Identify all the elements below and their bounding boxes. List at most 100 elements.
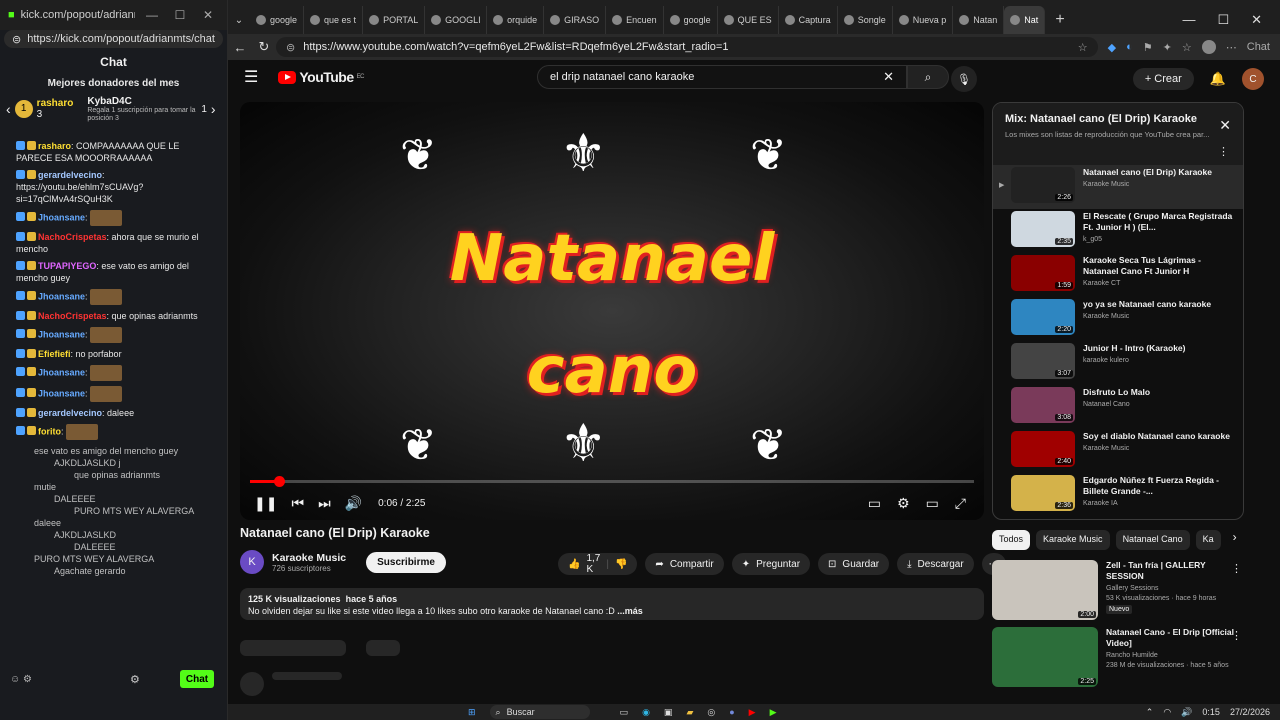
extension-icon[interactable]: ◐ bbox=[1126, 41, 1133, 53]
mix-thumbnail[interactable]: 2:20 bbox=[1011, 299, 1075, 335]
chat-username[interactable]: rasharo bbox=[38, 141, 71, 151]
theater-mode-icon[interactable]: ▭ bbox=[926, 495, 939, 512]
video-player[interactable]: ❦ ⚜ ❦ Natanael cano ❦ ⚜ ❦ ❚❚ ⏮ ⏭ 🔊 0:06 … bbox=[240, 102, 984, 520]
clear-search-icon[interactable]: ✕ bbox=[883, 69, 894, 85]
share-button[interactable]: ➦ Compartir bbox=[645, 553, 724, 575]
previous-icon[interactable]: ⏮ bbox=[291, 495, 304, 512]
browser-tab[interactable]: PORTAL bbox=[363, 6, 426, 34]
bookmark-star-icon[interactable]: ☆ bbox=[1078, 41, 1088, 54]
chat-username[interactable]: Jhoansane bbox=[38, 329, 85, 339]
chat-username[interactable]: Jhoansane bbox=[38, 388, 85, 398]
browser-tab[interactable]: GIRASO bbox=[544, 6, 607, 34]
volume-icon[interactable]: 🔊 bbox=[345, 495, 362, 512]
mix-thumbnail[interactable]: 3:07 bbox=[1011, 343, 1075, 379]
mix-thumbnail[interactable]: 3:08 bbox=[1011, 387, 1075, 423]
url-field[interactable]: ⊜ https://www.youtube.com/watch?v=qefm6y… bbox=[276, 37, 1098, 57]
voice-search-icon[interactable]: 🎙 bbox=[950, 66, 977, 92]
windows-start-icon[interactable]: ⊞ bbox=[468, 707, 476, 718]
settings-icon[interactable]: ⚙ bbox=[130, 673, 140, 686]
mix-item[interactable]: 3:07 Junior H - Intro (Karaoke) karaoke ku… bbox=[993, 341, 1243, 385]
settings-gear-icon[interactable]: ⚙ bbox=[897, 495, 910, 512]
mix-item[interactable]: 2:35 El Rescate ( Grupo Marca Registrada … bbox=[993, 209, 1243, 253]
prev-arrow-icon[interactable]: ‹ bbox=[6, 101, 11, 117]
hamburger-menu-icon[interactable]: ☰ bbox=[244, 67, 258, 87]
tray-chevron-icon[interactable]: ⌃ bbox=[1146, 707, 1154, 718]
search-button[interactable]: ⌕ bbox=[907, 65, 949, 89]
maximize-icon[interactable]: ☐ bbox=[1217, 12, 1229, 28]
chat-username[interactable]: forito bbox=[38, 426, 61, 436]
next-arrow-icon[interactable]: › bbox=[211, 101, 216, 117]
chip-all[interactable]: Todos bbox=[992, 530, 1031, 550]
back-icon[interactable]: ← bbox=[228, 40, 252, 55]
youtube-app-icon[interactable]: ▶ bbox=[749, 707, 756, 718]
site-info-icon[interactable]: ⊜ bbox=[286, 41, 295, 54]
chevron-right-icon[interactable]: › bbox=[1233, 530, 1237, 550]
send-chat-button[interactable]: Chat bbox=[180, 670, 214, 688]
chrome-icon[interactable]: ◎ bbox=[707, 707, 715, 718]
chat-username[interactable]: Jhoansane bbox=[38, 367, 85, 377]
account-avatar[interactable]: C bbox=[1242, 68, 1264, 90]
mix-item[interactable]: ▶ 2:26 Natanael cano (El Drip) Karaoke Kara… bbox=[993, 165, 1243, 209]
reload-icon[interactable]: ↻ bbox=[252, 39, 276, 55]
more-menu-icon[interactable]: ⋯ bbox=[1226, 41, 1237, 54]
mix-thumbnail[interactable]: 2:35 bbox=[1011, 211, 1075, 247]
chat-username[interactable]: Jhoansane bbox=[38, 291, 85, 301]
mix-item[interactable]: 2:20 yo ya se Natanael cano karaoke Karaok… bbox=[993, 297, 1243, 341]
next-icon[interactable]: ⏭ bbox=[318, 495, 331, 512]
create-button[interactable]: + Crear bbox=[1132, 68, 1194, 90]
mix-thumbnail[interactable]: 2:40 bbox=[1011, 431, 1075, 467]
browser-tab[interactable]: que es t bbox=[304, 6, 364, 34]
browser-tab[interactable]: google bbox=[250, 6, 305, 34]
close-icon[interactable]: ✕ bbox=[1251, 12, 1262, 28]
pause-icon[interactable]: ❚❚ bbox=[254, 495, 277, 512]
extensions-puzzle-icon[interactable]: ✦ bbox=[1163, 41, 1172, 54]
mix-item[interactable]: Junior H - MIENTRAS bbox=[993, 517, 1243, 519]
more-vert-icon[interactable]: ⋮ bbox=[1218, 145, 1229, 158]
browser-tab[interactable]: Nat bbox=[1004, 6, 1046, 34]
browser-tab[interactable]: Songle bbox=[838, 6, 893, 34]
browser-tab[interactable]: QUE ES bbox=[718, 6, 779, 34]
minimize-icon[interactable]: — bbox=[141, 8, 163, 22]
kick-app-icon[interactable]: ▶ bbox=[770, 707, 777, 718]
chat-username[interactable]: NachoCrispetas bbox=[38, 232, 107, 242]
search-input[interactable]: el drip natanael cano karaoke ✕ bbox=[537, 65, 907, 89]
mix-item[interactable]: 1:59 Karaoke Seca Tus Lágrimas - Natanael… bbox=[993, 253, 1243, 297]
more-vert-icon[interactable]: ⋮ bbox=[1231, 562, 1242, 575]
show-more-link[interactable]: ...más bbox=[617, 606, 643, 616]
mix-item[interactable]: 3:08 Disfruto Lo Malo Natanael Cano bbox=[993, 385, 1243, 429]
profile-avatar[interactable] bbox=[1201, 40, 1216, 54]
mix-item[interactable]: 2:36 Edgardo Núñez ft Fuerza Regida - Bil… bbox=[993, 473, 1243, 517]
recommendation-item[interactable]: 2:00 Zell - Tan fría | GALLERY SESSION G… bbox=[992, 560, 1242, 622]
tab-search-icon[interactable]: ⌄ bbox=[228, 15, 250, 26]
more-vert-icon[interactable]: ⋮ bbox=[1231, 629, 1242, 642]
extension-icon[interactable]: ⚑ bbox=[1143, 41, 1153, 54]
emote-picker-icon[interactable]: ☺ ⚙ bbox=[10, 674, 32, 685]
progress-bar[interactable] bbox=[250, 476, 974, 487]
chat-username[interactable]: NachoCrispetas bbox=[38, 311, 107, 321]
description-box[interactable]: 125 K visualizaciones hace 5 años No olv… bbox=[240, 588, 984, 620]
chat-username[interactable]: gerardelvecino bbox=[38, 170, 102, 180]
chip-partial[interactable]: Ka bbox=[1195, 530, 1221, 550]
browser-tab[interactable]: orquide bbox=[487, 6, 545, 34]
kick-url-bar[interactable]: ⊜ https://kick.com/popout/adrianmts/chat bbox=[4, 30, 223, 48]
download-button[interactable]: ⤓ Descargar bbox=[897, 553, 974, 575]
close-icon[interactable]: ✕ bbox=[197, 8, 219, 22]
wifi-icon[interactable]: ◠ bbox=[1163, 707, 1171, 718]
taskbar-search[interactable]: ⌕ Buscar bbox=[489, 705, 590, 719]
mix-item[interactable]: 2:40 Soy el diablo Natanael cano karaoke K… bbox=[993, 429, 1243, 473]
new-tab-button[interactable]: + bbox=[1045, 11, 1074, 29]
channel-name[interactable]: Karaoke Music bbox=[272, 552, 346, 564]
discord-icon[interactable]: ● bbox=[729, 707, 734, 718]
chat-username[interactable]: Efiefiefi bbox=[38, 349, 71, 359]
mix-thumbnail[interactable]: 2:36 bbox=[1011, 475, 1075, 511]
chip-karaoke-music[interactable]: Karaoke Music bbox=[1036, 530, 1110, 550]
save-button[interactable]: ⊡ Guardar bbox=[818, 553, 890, 575]
subtitles-icon[interactable]: ▭ bbox=[868, 495, 881, 512]
browser-tab[interactable]: GOOGLI bbox=[425, 6, 488, 34]
video-thumbnail[interactable]: 2:00 bbox=[992, 560, 1098, 620]
mix-thumbnail[interactable]: 1:59 bbox=[1011, 255, 1075, 291]
store-icon[interactable]: ▣ bbox=[664, 707, 673, 718]
browser-tab[interactable]: google bbox=[664, 6, 718, 34]
favorites-icon[interactable]: ☆ bbox=[1182, 41, 1192, 54]
thumbs-down-icon[interactable]: 👎 bbox=[615, 559, 627, 570]
